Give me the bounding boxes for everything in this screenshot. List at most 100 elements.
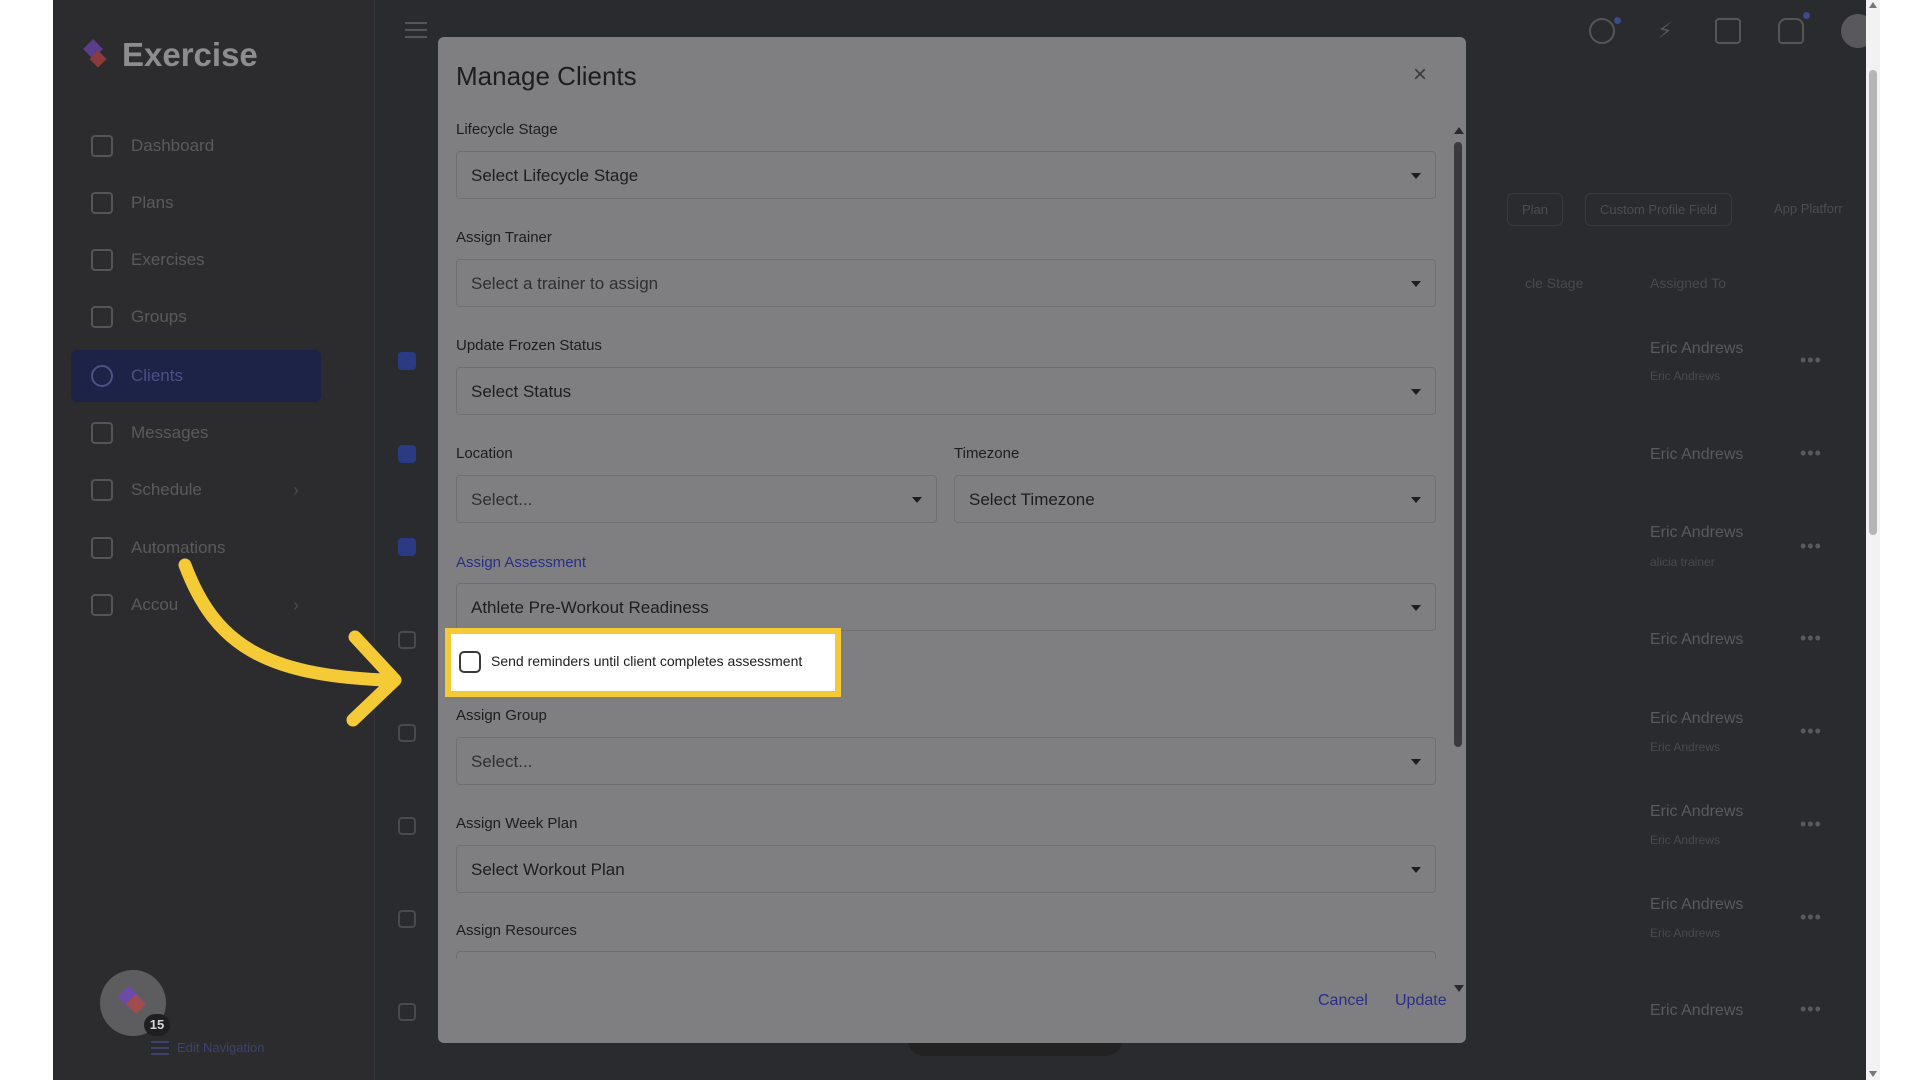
- timezone-select[interactable]: Select Timezone: [954, 475, 1436, 523]
- select-value: Select Timezone: [969, 490, 1095, 509]
- sidebar-item-messages[interactable]: Messages: [71, 407, 321, 459]
- users-icon: [91, 306, 113, 328]
- scroll-up-icon[interactable]: [1869, 2, 1877, 8]
- assign-group-select[interactable]: Select...: [456, 737, 1436, 785]
- update-button[interactable]: Update: [1395, 992, 1447, 1010]
- caret-down-icon: [1411, 605, 1421, 611]
- send-reminders-checkbox[interactable]: [459, 651, 481, 673]
- row-menu-button[interactable]: •••: [1800, 999, 1822, 1020]
- sidebar-item-schedule[interactable]: Schedule ›: [71, 464, 321, 516]
- scroll-up-icon[interactable]: [1454, 127, 1464, 134]
- assign-assessment-select[interactable]: Athlete Pre-Workout Readiness: [456, 583, 1436, 631]
- row-menu-button[interactable]: •••: [1800, 814, 1822, 835]
- sidebar-item-label: Dashboard: [131, 136, 215, 155]
- row-menu-button[interactable]: •••: [1800, 907, 1822, 928]
- assign-assessment-label: Assign Assessment: [456, 554, 587, 571]
- dumbbell-icon: [91, 249, 113, 271]
- brand: Exercise: [80, 36, 258, 74]
- apps-grid-icon[interactable]: [1715, 18, 1741, 44]
- assigned-to-name: Eric Andrews: [1650, 446, 1744, 463]
- page-scrollbar[interactable]: [1866, 0, 1880, 1080]
- row-checkbox[interactable]: [398, 538, 416, 556]
- clock-icon[interactable]: [1589, 18, 1615, 44]
- sidebar-item-label: Messages: [131, 423, 209, 442]
- caret-down-icon: [1411, 281, 1421, 287]
- notification-dot: [1614, 17, 1621, 24]
- row-menu-button[interactable]: •••: [1800, 628, 1822, 649]
- caret-down-icon: [1411, 867, 1421, 873]
- sidebar-item-label: Plans: [131, 193, 174, 212]
- assign-trainer-select[interactable]: Select a trainer to assign: [456, 259, 1436, 307]
- filter-custom-profile-field[interactable]: Custom Profile Field: [1585, 193, 1733, 226]
- row-menu-button[interactable]: •••: [1800, 536, 1822, 557]
- assigned-to-sub: alicia trainer: [1650, 555, 1715, 569]
- menu-icon[interactable]: [405, 22, 427, 38]
- timezone-label: Timezone: [954, 445, 1020, 462]
- brand-name: Exercise: [122, 36, 258, 73]
- filter-plan[interactable]: Plan: [1507, 193, 1564, 226]
- assign-resources-label: Assign Resources: [456, 922, 577, 939]
- modal-scrollbar[interactable]: [1454, 127, 1464, 992]
- lifecycle-stage-select[interactable]: Select Lifecycle Stage: [456, 151, 1436, 199]
- sidebar-item-exercises[interactable]: Exercises: [71, 234, 321, 286]
- send-reminders-label[interactable]: Send reminders until client completes as…: [491, 653, 802, 669]
- edit-navigation-link[interactable]: Edit Navigation: [151, 1040, 264, 1055]
- row-menu-button[interactable]: •••: [1800, 443, 1822, 464]
- sidebar-item-clients[interactable]: Clients: [71, 350, 321, 402]
- sidebar-item-plans[interactable]: Plans: [71, 177, 321, 229]
- scroll-down-icon[interactable]: [1454, 985, 1464, 992]
- assign-resources-select[interactable]: [456, 951, 1436, 959]
- avatar[interactable]: [1841, 14, 1866, 48]
- assign-group-label: Assign Group: [456, 707, 547, 724]
- assigned-to-name: Eric Andrews: [1650, 710, 1744, 727]
- caret-down-icon: [912, 497, 922, 503]
- select-value: Select...: [471, 490, 533, 509]
- cancel-button[interactable]: Cancel: [1318, 992, 1368, 1010]
- sidebar-item-dashboard[interactable]: Dashboard: [71, 120, 321, 172]
- location-select[interactable]: Select...: [456, 475, 937, 523]
- frozen-status-select[interactable]: Select Status: [456, 367, 1436, 415]
- assign-week-plan-label: Assign Week Plan: [456, 815, 578, 832]
- manage-clients-modal: Manage Clients × Lifecycle Stage Select …: [438, 37, 1466, 1043]
- assigned-to-sub: Eric Andrews: [1650, 926, 1721, 940]
- row-menu-button[interactable]: •••: [1800, 350, 1822, 371]
- row-checkbox[interactable]: [398, 1003, 416, 1021]
- scrollbar-thumb[interactable]: [1454, 142, 1462, 747]
- home-icon: [91, 135, 113, 157]
- assigned-to-sub: Eric Andrews: [1650, 833, 1721, 847]
- sidebar-item-label: Accou: [131, 595, 179, 614]
- row-checkbox[interactable]: [398, 910, 416, 928]
- check-square-icon: [91, 537, 113, 559]
- assigned-to-sub: Eric Andrews: [1650, 369, 1721, 383]
- assigned-to-name: Eric Andrews: [1650, 340, 1744, 357]
- scrollbar-thumb[interactable]: [1869, 70, 1877, 535]
- lightning-icon[interactable]: ⚡: [1652, 18, 1678, 44]
- column-header-assigned-to[interactable]: Assigned To: [1650, 275, 1726, 291]
- scroll-down-icon[interactable]: [1869, 1071, 1877, 1077]
- brand-logo-icon: [80, 40, 110, 70]
- assigned-to-name: Eric Andrews: [1650, 896, 1744, 913]
- close-icon[interactable]: ×: [1408, 63, 1432, 87]
- callout-arrow-icon: [178, 558, 402, 727]
- assign-week-plan-select[interactable]: Select Workout Plan: [456, 845, 1436, 893]
- row-checkbox[interactable]: [398, 817, 416, 835]
- gear-icon: [91, 594, 113, 616]
- assigned-to-sub: Eric Andrews: [1650, 740, 1721, 754]
- caret-down-icon: [1411, 389, 1421, 395]
- row-menu-button[interactable]: •••: [1800, 721, 1822, 742]
- sidebar-item-groups[interactable]: Groups: [71, 291, 321, 343]
- column-header-lifecycle-stage[interactable]: cle Stage: [1525, 275, 1583, 291]
- assigned-to-name: Eric Andrews: [1650, 1002, 1744, 1019]
- row-checkbox[interactable]: [398, 352, 416, 370]
- assigned-to-name: Eric Andrews: [1650, 803, 1744, 820]
- select-value: Select Status: [471, 382, 572, 401]
- sidebar-item-label: Groups: [131, 307, 187, 326]
- edit-navigation-label: Edit Navigation: [177, 1040, 265, 1055]
- filter-app-platform[interactable]: App Platforr: [1760, 193, 1857, 224]
- bell-icon[interactable]: [1778, 18, 1804, 44]
- assigned-to-name: Eric Andrews: [1650, 631, 1744, 648]
- caret-down-icon: [1411, 173, 1421, 179]
- row-checkbox[interactable]: [398, 445, 416, 463]
- select-value: Athlete Pre-Workout Readiness: [471, 598, 709, 617]
- select-value: Select a trainer to assign: [471, 274, 659, 293]
